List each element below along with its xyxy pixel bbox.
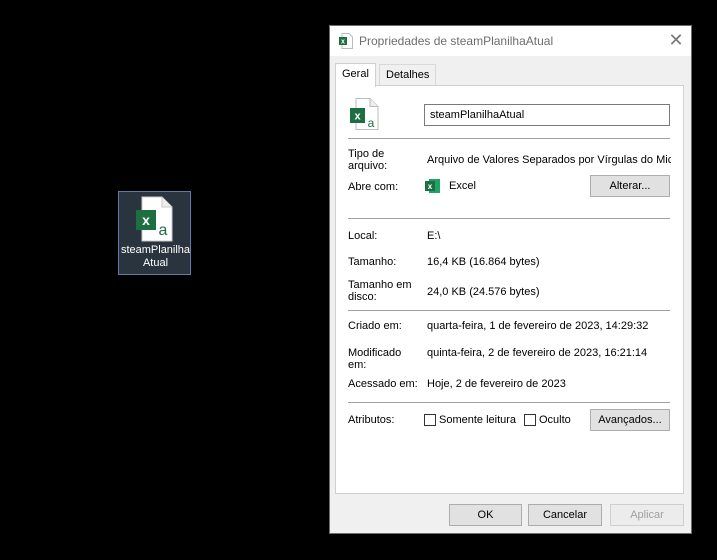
svg-text:a: a [159, 222, 168, 239]
desktop-icon-label: steamPlanilhaAtual [120, 244, 191, 269]
svg-text:a: a [368, 116, 375, 130]
file-name-input[interactable] [424, 104, 670, 126]
criado-label: Criado em: [348, 320, 402, 332]
acessado-label: Acessado em: [348, 378, 418, 390]
divider [348, 402, 670, 403]
somente-leitura-checkbox[interactable] [424, 414, 436, 426]
properties-dialog: x Propriedades de steamPlanilhaAtual ✕ G… [329, 25, 692, 534]
atributos-label: Atributos: [348, 414, 395, 426]
local-value: E:\ [427, 230, 441, 242]
abre-com-label: Abre com: [348, 181, 399, 193]
oculto-checkbox[interactable] [524, 414, 536, 426]
divider [348, 218, 670, 219]
oculto-label: Oculto [539, 414, 571, 426]
tipo-label: Tipo de arquivo: [348, 148, 388, 172]
excel-app-icon: x [425, 178, 441, 197]
close-icon[interactable]: ✕ [661, 26, 691, 56]
cancel-button[interactable]: Cancelar [528, 504, 602, 526]
modificado-label: Modificado em: [348, 347, 402, 371]
excel-file-icon: x a [350, 98, 380, 133]
svg-text:x: x [354, 111, 361, 123]
tamanho-label: Tamanho: [348, 256, 397, 268]
svg-text:x: x [341, 39, 345, 46]
avancados-button[interactable]: Avançados... [590, 409, 670, 431]
abre-com-value: Excel [449, 180, 476, 192]
divider [348, 310, 670, 311]
local-label: Local: [348, 230, 378, 242]
divider [348, 138, 670, 139]
desktop-file-icon[interactable]: x a steamPlanilhaAtual [118, 191, 191, 275]
excel-file-icon: x a [136, 196, 174, 245]
tab-geral[interactable]: Geral [335, 63, 376, 87]
somente-leitura-label: Somente leitura [439, 414, 517, 426]
criado-value: quarta-feira, 1 de fevereiro de 2023, 14… [427, 320, 649, 332]
tamanho-disco-label: Tamanho em disco: [348, 279, 412, 303]
general-panel: x a Tipo de arquivo: Arquivo de Valores … [335, 85, 684, 494]
window-title: Propriedades de steamPlanilhaAtual [359, 34, 554, 48]
modificado-value: quinta-feira, 2 de fevereiro de 2023, 16… [427, 347, 648, 359]
tipo-value: Arquivo de Valores Separados por Vírgula… [427, 154, 671, 166]
title-bar[interactable]: x Propriedades de steamPlanilhaAtual ✕ [330, 26, 691, 56]
excel-file-icon: x [339, 33, 353, 52]
svg-text:x: x [142, 212, 150, 228]
tamanho-value: 16,4 KB (16.864 bytes) [427, 256, 540, 268]
apply-button[interactable]: Aplicar [610, 504, 684, 526]
alterar-button[interactable]: Alterar... [590, 175, 670, 197]
svg-text:x: x [428, 182, 433, 191]
tamanho-disco-value: 24,0 KB (24.576 bytes) [427, 286, 540, 298]
acessado-value: Hoje, 2 de fevereiro de 2023 [427, 378, 566, 390]
ok-button[interactable]: OK [449, 504, 522, 526]
tab-detalhes[interactable]: Detalhes [379, 64, 437, 85]
